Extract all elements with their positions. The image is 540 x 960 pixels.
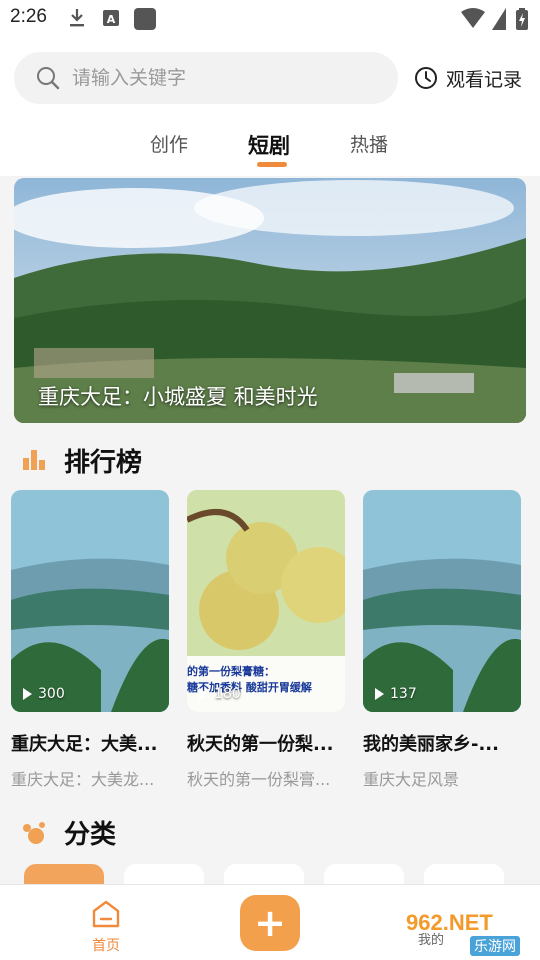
category-dots-icon [23, 822, 45, 844]
play-icon [375, 688, 384, 700]
ranking-card-title: 我的美丽家乡-... [363, 734, 499, 755]
status-bar: 2:26 A [0, 0, 540, 36]
play-count-value: 180 [214, 686, 241, 702]
search-bar[interactable] [14, 52, 398, 104]
ranking-card[interactable]: 的第一份梨膏糖： 糖不加香料 酸甜开胃缓解 180 秋天的第一份梨... 秋天的… [187, 490, 345, 790]
ranking-card-title: 重庆大足：大美... [11, 734, 158, 755]
tab-short-drama[interactable]: 短剧 [248, 130, 290, 160]
add-button[interactable]: + [240, 895, 300, 951]
nav-home-label: 首页 [92, 938, 120, 954]
category-chip[interactable] [24, 864, 104, 884]
banner-caption: 重庆大足：小城盛夏 和美时光 [38, 385, 318, 409]
history-clock-icon [415, 67, 437, 89]
font-app-icon: A [103, 10, 119, 26]
ranking-thumbnail: 的第一份梨膏糖： 糖不加香料 酸甜开胃缓解 180 [187, 490, 345, 712]
signal-icon [492, 8, 506, 30]
category-chip[interactable] [124, 864, 204, 884]
ranking-card-subtitle: 秋天的第一份梨膏... [187, 770, 331, 789]
category-chip[interactable] [324, 864, 404, 884]
app-notification-icon [134, 8, 156, 30]
svg-text:A: A [107, 13, 116, 26]
ranking-card-subtitle: 重庆大足：大美龙... [11, 770, 155, 789]
play-icon [199, 688, 208, 700]
top-header: 观看记录 创作 短剧 热播 [0, 36, 540, 176]
status-time: 2:26 [10, 6, 47, 27]
ranking-title: 排行榜 [64, 448, 143, 478]
watch-history-button[interactable]: 观看记录 [414, 62, 522, 94]
ranking-thumbnail: 137 [363, 490, 521, 712]
tab-hot[interactable]: 热播 [350, 130, 388, 157]
site-watermark: 962.NET 乐游网 [400, 906, 534, 956]
play-count-value: 137 [390, 686, 417, 702]
nav-home[interactable]: 首页 [84, 899, 128, 955]
ranking-card[interactable]: 300 重庆大足：大美... 重庆大足：大美龙... [11, 490, 169, 790]
wifi-icon [461, 8, 485, 28]
play-count: 300 [23, 686, 65, 702]
tab-create[interactable]: 创作 [150, 130, 188, 157]
ranking-card[interactable]: 137 我的美丽家乡-... 重庆大足风景 [363, 490, 521, 790]
plus-icon: + [254, 901, 286, 945]
app-screen: 2:26 A 请输入关键字 观看记录 创作 短剧 热播 重庆大足：小城盛夏 和美… [0, 0, 540, 960]
ranking-thumbnail: 300 [11, 490, 169, 712]
download-icon [70, 9, 84, 27]
featured-banner[interactable]: 重庆大足：小城盛夏 和美时光 [14, 178, 526, 423]
home-icon [92, 900, 120, 928]
play-count-value: 300 [38, 686, 65, 702]
search-input[interactable] [72, 52, 372, 104]
category-title: 分类 [64, 820, 117, 850]
watch-history-label: 观看记录 [446, 68, 523, 91]
ranking-card-title: 秋天的第一份梨... [187, 734, 334, 755]
search-icon [37, 67, 60, 90]
ranking-bar-icon [23, 450, 45, 470]
active-tab-indicator [257, 162, 287, 167]
battery-icon [516, 8, 528, 30]
watermark-logo: 962.NET [406, 910, 493, 935]
play-count: 180 [199, 686, 241, 702]
watermark-sub: 乐游网 [470, 936, 520, 956]
overlay-line-1: 的第一份梨膏糖： [187, 665, 275, 678]
play-icon [23, 688, 32, 700]
ranking-card-subtitle: 重庆大足风景 [363, 770, 460, 789]
category-chip[interactable] [424, 864, 504, 884]
play-count: 137 [375, 686, 417, 702]
category-chip[interactable] [224, 864, 304, 884]
content-tabs: 创作 短剧 热播 [0, 126, 540, 172]
